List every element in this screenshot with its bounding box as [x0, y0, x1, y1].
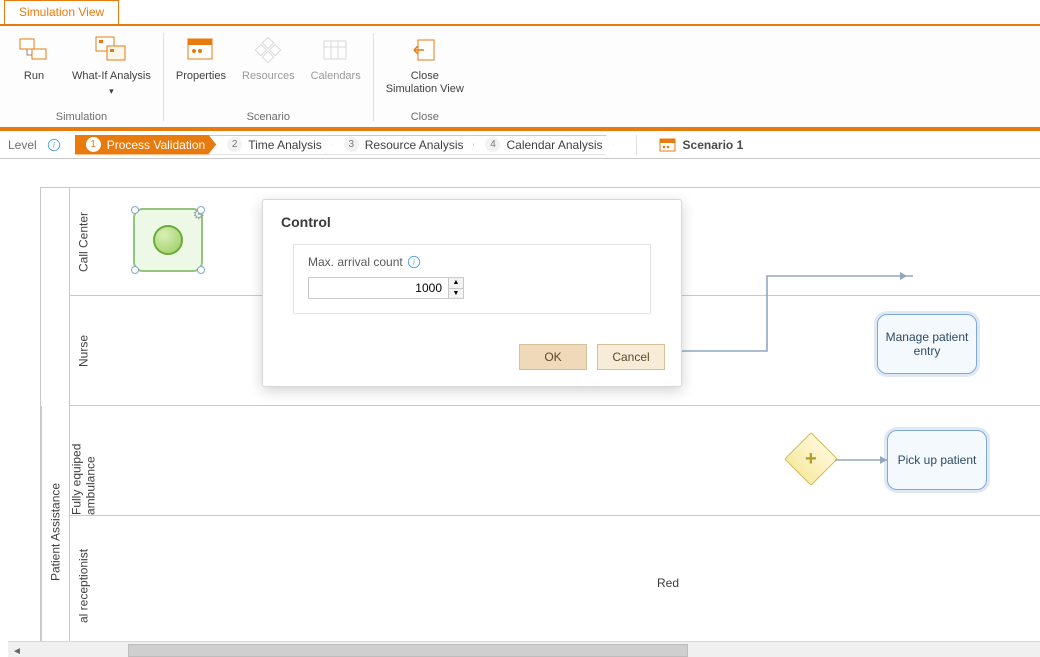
horizontal-scrollbar[interactable]: ◄	[8, 641, 1040, 657]
spin-down-button[interactable]: ▼	[449, 289, 463, 299]
info-icon[interactable]: i	[47, 138, 61, 152]
run-icon	[18, 34, 50, 66]
lane-label-receptionist[interactable]: al receptionist	[69, 516, 97, 656]
info-icon[interactable]: i	[407, 255, 421, 269]
breadcrumb-process-validation[interactable]: 1 Process Validation	[75, 135, 217, 155]
ribbon-group-close: Close Simulation View Close	[374, 26, 476, 127]
properties-button[interactable]: Properties	[170, 30, 232, 87]
svg-text:i: i	[53, 140, 55, 149]
resize-handle[interactable]	[131, 206, 139, 214]
what-if-analysis-button[interactable]: What-If Analysis ▾	[66, 30, 157, 101]
lane-label-call-center[interactable]: Call Center	[69, 188, 97, 295]
ribbon-group-simulation: Run What-If Analysis ▾ Simulation	[0, 26, 163, 127]
svg-text:i: i	[413, 258, 415, 267]
breadcrumb-resource-analysis[interactable]: 3 Resource Analysis	[325, 135, 475, 155]
resources-button: Resources	[236, 30, 301, 87]
sequence-flow	[835, 454, 893, 468]
breadcrumb-time-analysis[interactable]: 2 Time Analysis	[208, 135, 333, 155]
calendars-button: Calendars	[305, 30, 367, 87]
resources-icon	[252, 34, 284, 66]
spin-up-button[interactable]: ▲	[449, 278, 463, 289]
field-label-max-arrival: Max. arrival count i	[308, 255, 636, 269]
level-breadcrumb: 1 Process Validation 2 Time Analysis 3 R…	[75, 135, 614, 155]
start-event-core	[153, 225, 183, 255]
calendars-icon	[320, 34, 352, 66]
lane-label-nurse[interactable]: Nurse	[69, 296, 97, 405]
task-pick-up-patient[interactable]: Pick up patient	[887, 430, 987, 490]
chevron-down-icon: ▾	[109, 86, 114, 97]
ok-button[interactable]: OK	[519, 344, 587, 370]
spinner: ▲ ▼	[448, 277, 464, 299]
task-manage-patient-entry[interactable]: Manage patient entry	[877, 314, 977, 374]
dialog-title: Control	[263, 200, 681, 240]
annotation-red: Red	[657, 576, 679, 590]
level-label: Level	[8, 138, 37, 152]
max-arrival-count-input[interactable]	[308, 277, 448, 299]
parallel-gateway[interactable]: +	[784, 432, 838, 486]
close-view-icon	[409, 34, 441, 66]
ribbon: Run What-If Analysis ▾ Simulation Proper…	[0, 24, 1040, 131]
scroll-left-button[interactable]: ◄	[8, 642, 26, 657]
ribbon-group-scenario: Properties Resources Calendars Scenario	[164, 26, 373, 127]
plus-icon: +	[805, 449, 817, 469]
lane-label-ambulance[interactable]: Fully equiped ambulance	[69, 406, 97, 515]
scenario-selector[interactable]: Scenario 1	[659, 137, 744, 153]
breadcrumb-calendar-analysis[interactable]: 4 Calendar Analysis	[466, 135, 613, 155]
close-simulation-view-button[interactable]: Close Simulation View	[380, 30, 470, 99]
start-event[interactable]: ⚙	[133, 208, 203, 272]
resize-handle[interactable]	[131, 266, 139, 274]
resize-handle[interactable]	[197, 206, 205, 214]
cancel-button[interactable]: Cancel	[597, 344, 665, 370]
scenario-icon	[659, 137, 677, 153]
resize-handle[interactable]	[197, 266, 205, 274]
scroll-thumb[interactable]	[128, 644, 688, 657]
canvas-area[interactable]: Patient Assistance Call Center ⚙	[0, 159, 1040, 657]
simulation-view-tab[interactable]: Simulation View	[4, 0, 119, 24]
control-dialog: Control Max. arrival count i ▲ ▼ OK Canc…	[262, 199, 682, 387]
what-if-icon	[95, 34, 127, 66]
run-button[interactable]: Run	[6, 30, 62, 101]
pool-label[interactable]: Patient Assistance	[41, 406, 69, 657]
properties-icon	[185, 34, 217, 66]
level-bar: Level i 1 Process Validation 2 Time Anal…	[0, 131, 1040, 159]
